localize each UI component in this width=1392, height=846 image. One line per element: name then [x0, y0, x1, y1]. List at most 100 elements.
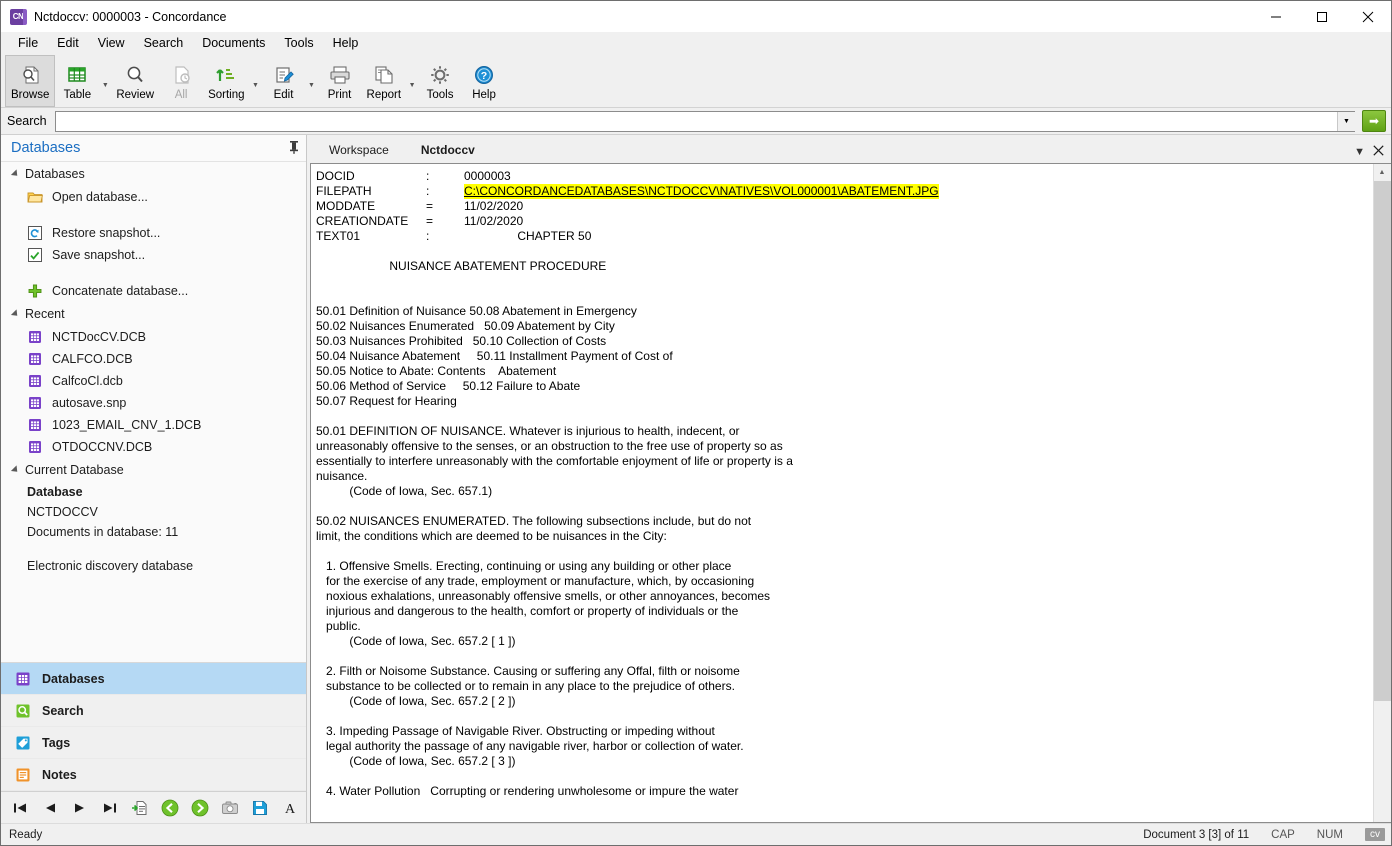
search-input[interactable] — [55, 111, 1337, 131]
document-pane[interactable]: DOCID : 0000003 FILEPATH : C:\CONCORDANC… — [310, 163, 1391, 823]
field-row-docid: DOCID : 0000003 — [316, 169, 1373, 184]
field-value-docid: 0000003 — [464, 169, 511, 183]
notes-icon — [15, 767, 31, 783]
search-box[interactable]: ▼ — [54, 110, 1355, 132]
sidebar-item-concatenate-database[interactable]: Concatenate database... — [1, 280, 306, 302]
recent-label-2: CalfcoCl.dcb — [52, 374, 123, 388]
field-row-creationdate: CREATIONDATE = 11/02/2020 — [316, 214, 1373, 229]
forward-green-icon[interactable] — [189, 797, 211, 819]
sidebar-item-open-database[interactable]: Open database... — [1, 186, 306, 208]
recent-label-4: 1023_EMAIL_CNV_1.DCB — [52, 418, 202, 432]
sidebar-item-notes[interactable]: Notes — [1, 759, 306, 791]
menu-help[interactable]: Help — [324, 33, 368, 53]
database-icon — [27, 395, 43, 411]
edit-dropdown-arrow[interactable]: ▼ — [306, 55, 318, 107]
all-documents-icon — [170, 62, 192, 88]
maximize-button[interactable] — [1299, 1, 1345, 32]
ribbon-browse-button[interactable]: Browse — [5, 55, 56, 107]
group-header-recent[interactable]: Recent — [1, 302, 306, 326]
next-record-icon[interactable] — [69, 797, 91, 819]
sidebar-nav-label-databases: Databases — [42, 671, 105, 686]
chevron-down-icon[interactable]: ▼ — [1354, 146, 1365, 158]
add-document-icon[interactable] — [129, 797, 151, 819]
sidebar-nav-label-tags: Tags — [42, 735, 71, 750]
edit-pencil-icon — [273, 62, 295, 88]
save-disk-icon[interactable] — [249, 797, 271, 819]
last-record-icon[interactable] — [99, 797, 121, 819]
recent-label-5: OTDOCCNV.DCB — [52, 440, 153, 454]
sidebar-item-restore-snapshot[interactable]: Restore snapshot... — [1, 222, 306, 244]
current-database-doc-count: Documents in database: 11 — [27, 525, 179, 539]
current-database-name: NCTDOCCV — [27, 505, 98, 519]
ribbon-all-button[interactable]: All — [159, 55, 203, 107]
font-icon[interactable]: A — [279, 797, 301, 819]
ribbon-review-button[interactable]: Review — [111, 55, 159, 107]
recent-item-2[interactable]: CalfcoCl.dcb — [1, 370, 306, 392]
ribbon-print-button[interactable]: Print — [318, 55, 362, 107]
field-value-filepath-link[interactable]: C:\CONCORDANCEDATABASES\NCTDOCCV\NATIVES… — [464, 184, 939, 199]
close-button[interactable] — [1345, 1, 1391, 32]
title-bar: CN Nctdoccv: 0000003 - Concordance — [1, 1, 1391, 32]
pin-icon[interactable] — [288, 140, 300, 157]
menu-edit[interactable]: Edit — [48, 33, 88, 53]
search-go-button[interactable]: ➡ — [1362, 110, 1386, 132]
ribbon-toolbar: Browse Table ▼ Review All Sorting ▼ Edit… — [1, 55, 1391, 108]
sidebar-item-search[interactable]: Search — [1, 695, 306, 727]
ribbon-help-button[interactable]: ? Help — [462, 55, 506, 107]
menu-view[interactable]: View — [89, 33, 134, 53]
ribbon-tools-button[interactable]: Tools — [418, 55, 462, 107]
document-vertical-scrollbar[interactable]: ▲ — [1373, 164, 1391, 822]
magnifier-icon — [124, 62, 146, 88]
scrollbar-thumb[interactable] — [1373, 181, 1391, 701]
document-text[interactable]: DOCID : 0000003 FILEPATH : C:\CONCORDANC… — [311, 164, 1373, 822]
field-value-text01: CHAPTER 50 — [464, 229, 592, 243]
recent-item-3[interactable]: autosave.snp — [1, 392, 306, 414]
sidebar-label-save-snapshot: Save snapshot... — [52, 248, 146, 262]
printer-icon — [328, 62, 352, 88]
first-record-icon[interactable] — [9, 797, 31, 819]
sidebar-item-databases[interactable]: Databases — [1, 663, 306, 695]
group-label-databases: Databases — [25, 167, 85, 181]
recent-label-3: autosave.snp — [52, 396, 127, 410]
group-header-current-database[interactable]: Current Database — [1, 458, 306, 482]
ribbon-edit-button[interactable]: Edit — [262, 55, 306, 107]
minimize-button[interactable] — [1253, 1, 1299, 32]
chevron-down-icon[interactable]: ▼ — [1337, 111, 1355, 131]
recent-label-0: NCTDocCV.DCB — [52, 330, 147, 344]
recent-item-5[interactable]: OTDOCCNV.DCB — [1, 436, 306, 458]
status-document-position: Document 3 [3] of 11 — [1143, 828, 1250, 841]
recent-item-1[interactable]: CALFCO.DCB — [1, 348, 306, 370]
menu-documents[interactable]: Documents — [193, 33, 274, 53]
menu-bar: File Edit View Search Documents Tools He… — [1, 32, 1391, 55]
scrollbar-track[interactable] — [1373, 181, 1391, 822]
tab-nctdoccv[interactable]: Nctdoccv — [404, 138, 491, 163]
field-name-filepath: FILEPATH — [316, 184, 372, 198]
sidebar-item-save-snapshot[interactable]: Save snapshot... — [1, 244, 306, 266]
sidebar-item-tags[interactable]: Tags — [1, 727, 306, 759]
camera-snapshot-icon[interactable] — [219, 797, 241, 819]
recent-item-0[interactable]: NCTDocCV.DCB — [1, 326, 306, 348]
menu-tools[interactable]: Tools — [275, 33, 322, 53]
recent-item-4[interactable]: 1023_EMAIL_CNV_1.DCB — [1, 414, 306, 436]
ribbon-report-button[interactable]: Report — [362, 55, 407, 107]
field-sep-docid: : — [426, 169, 430, 183]
close-icon[interactable] — [1373, 145, 1384, 159]
sort-ascending-icon — [214, 62, 238, 88]
tag-icon — [15, 735, 31, 751]
ribbon-sorting-button[interactable]: Sorting — [203, 55, 249, 107]
report-dropdown-arrow[interactable]: ▼ — [406, 55, 418, 107]
back-green-icon[interactable] — [159, 797, 181, 819]
menu-search[interactable]: Search — [135, 33, 193, 53]
chevron-expanded-icon — [10, 465, 21, 475]
menu-file[interactable]: File — [9, 33, 47, 53]
sorting-dropdown-arrow[interactable]: ▼ — [250, 55, 262, 107]
table-dropdown-arrow[interactable]: ▼ — [99, 55, 111, 107]
scroll-up-icon[interactable]: ▲ — [1373, 164, 1391, 181]
group-header-databases[interactable]: Databases — [1, 162, 306, 186]
status-cap-indicator: CAP — [1271, 828, 1295, 841]
ribbon-table-button[interactable]: Table — [55, 55, 99, 107]
sidebar-nav-label-search: Search — [42, 703, 84, 718]
previous-record-icon[interactable] — [39, 797, 61, 819]
record-navigation-toolbar: A — [1, 791, 306, 823]
tab-workspace[interactable]: Workspace — [313, 138, 405, 163]
